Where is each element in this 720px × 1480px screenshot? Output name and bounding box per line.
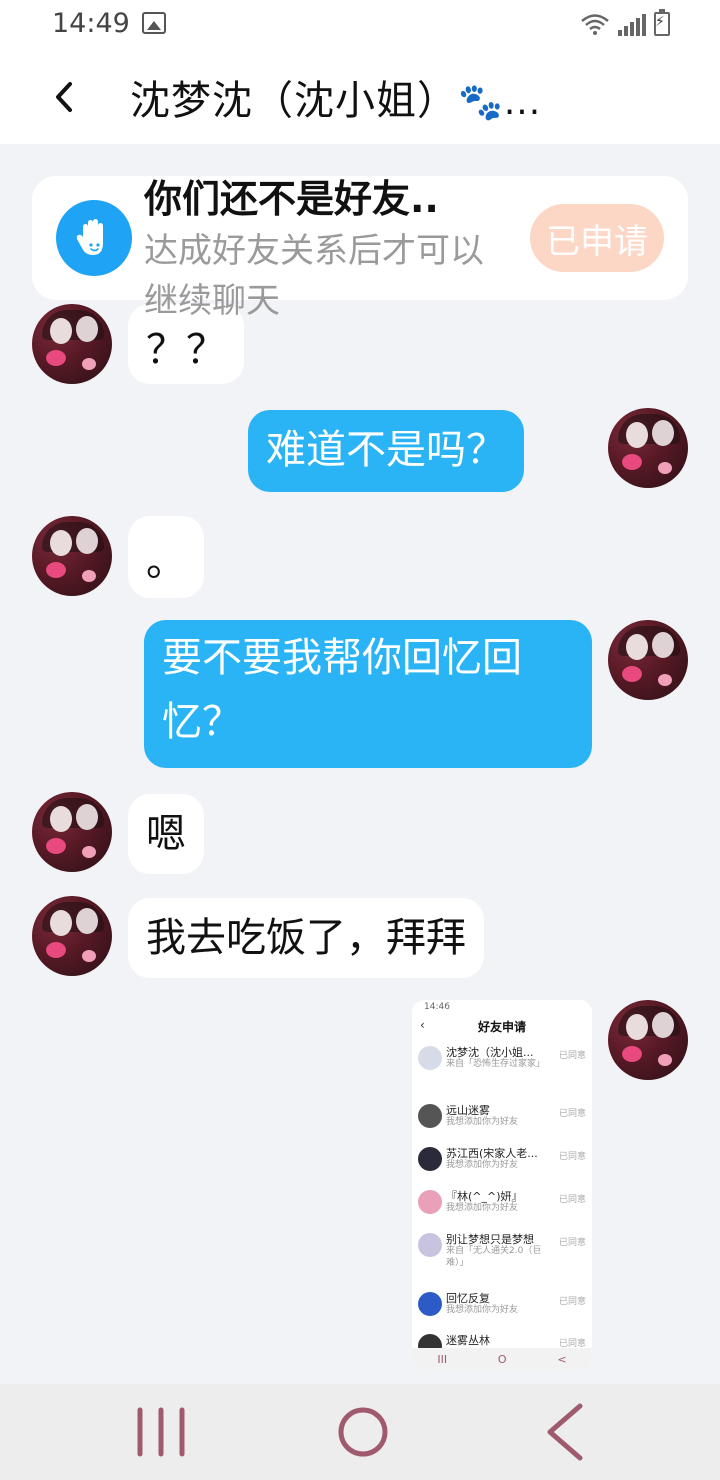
message-bubble-outgoing[interactable]: 要不要我帮你回忆回忆？ bbox=[144, 620, 592, 768]
chat-title: 沈梦沈（沈小姐）🐾... bbox=[130, 68, 541, 126]
my-avatar[interactable] bbox=[608, 408, 688, 488]
not-friends-banner: 你们还不是好友.. 达成好友关系后才可以继续聊天 已申请 bbox=[32, 176, 688, 321]
image-message-screenshot[interactable]: 14:46 ‹ 好友申请 沈梦沈（沈小姐... 来自「恐怖生存过家家」 已同意 … bbox=[412, 1000, 592, 1370]
thumb-list-item: 沈梦沈（沈小姐... 来自「恐怖生存过家家」 已同意 bbox=[418, 1044, 588, 1084]
message-bubble-incoming[interactable]: 嗯 bbox=[128, 794, 204, 874]
my-avatar[interactable] bbox=[608, 1000, 688, 1080]
contact-name-suffix: 🐾... bbox=[458, 82, 542, 123]
thumb-title: 好友申请 bbox=[477, 1020, 526, 1034]
applied-button[interactable]: 已申请 bbox=[530, 204, 664, 272]
thumb-avatar bbox=[418, 1147, 442, 1171]
thumb-list-item: 远山迷雾 我想添加你为好友 已同意 bbox=[418, 1102, 588, 1142]
home-button[interactable] bbox=[328, 1402, 398, 1462]
thumb-item-status: 已同意 bbox=[558, 1152, 586, 1162]
thumb-recents-icon: III bbox=[437, 1352, 448, 1366]
banner-description: 达成好友关系后才可以继续聊天 bbox=[144, 231, 484, 321]
signal-icon bbox=[618, 14, 646, 36]
thumb-item-sub: 我想添加你为好友 bbox=[446, 1117, 519, 1127]
back-button[interactable] bbox=[40, 72, 90, 122]
thumb-item-sub: 我想添加你为好友 bbox=[446, 1305, 519, 1315]
chevron-left-icon bbox=[56, 82, 72, 112]
status-bar: 14:49 bbox=[0, 0, 720, 52]
thumb-nav-bar: III O < bbox=[412, 1348, 592, 1370]
thumb-item-sub: 来自「恐怖生存过家家」 bbox=[446, 1059, 546, 1069]
thumb-list-item: 『林(^_^)妍』 我想添加你为好友 已同意 bbox=[418, 1188, 588, 1228]
thumb-item-status: 已同意 bbox=[558, 1238, 586, 1248]
thumb-avatar bbox=[418, 1190, 442, 1214]
message-bubble-outgoing[interactable]: 难道不是吗？ bbox=[248, 410, 524, 492]
status-icons bbox=[580, 9, 670, 36]
thumb-avatar bbox=[418, 1292, 442, 1316]
wifi-icon bbox=[581, 14, 609, 35]
thumb-item-status: 已同意 bbox=[558, 1109, 586, 1119]
battery-charging-icon bbox=[654, 9, 670, 36]
thumb-home-icon: O bbox=[497, 1352, 507, 1366]
message-bubble-incoming[interactable]: 。 bbox=[128, 516, 204, 598]
my-avatar[interactable] bbox=[608, 620, 688, 700]
thumb-item-name: 迷雾丛林 bbox=[446, 1334, 490, 1347]
contact-avatar[interactable] bbox=[32, 304, 112, 384]
banner-title: 你们还不是好友.. bbox=[144, 177, 439, 221]
contact-avatar[interactable] bbox=[32, 516, 112, 596]
message-bubble-incoming[interactable]: 我去吃饭了，拜拜 bbox=[128, 898, 484, 978]
recent-apps-button[interactable] bbox=[126, 1402, 196, 1462]
thumb-item-status: 已同意 bbox=[558, 1195, 586, 1205]
back-nav-button[interactable] bbox=[530, 1402, 600, 1462]
recent-apps-icon bbox=[137, 1407, 185, 1457]
home-icon bbox=[338, 1407, 388, 1457]
thumb-item-status: 已同意 bbox=[558, 1051, 586, 1061]
status-time: 14:49 bbox=[52, 8, 130, 39]
contact-avatar[interactable] bbox=[32, 792, 112, 872]
thumb-avatar bbox=[418, 1104, 442, 1128]
thumb-avatar bbox=[418, 1233, 442, 1257]
system-nav-bar bbox=[0, 1384, 720, 1480]
thumb-item-sub: 我想添加你为好友 bbox=[446, 1203, 519, 1213]
contact-avatar[interactable] bbox=[32, 896, 112, 976]
contact-name: 沈梦沈（沈小姐） bbox=[130, 78, 458, 124]
thumb-back-nav-icon: < bbox=[557, 1352, 567, 1366]
hand-icon-svg bbox=[76, 219, 103, 255]
thumb-avatar bbox=[418, 1046, 442, 1070]
gallery-notification-icon bbox=[142, 12, 166, 34]
thumb-list-item: 别让梦想只是梦想 来自「无人通关2.0（巨难）」 已同意 bbox=[418, 1231, 588, 1283]
chat-header: 沈梦沈（沈小姐）🐾... bbox=[0, 52, 720, 144]
hand-wave-icon bbox=[56, 200, 132, 276]
thumb-status-time: 14:46 bbox=[424, 1002, 450, 1012]
thumb-item-sub: 我想添加你为好友 bbox=[446, 1160, 519, 1170]
thumb-item-status: 已同意 bbox=[558, 1297, 586, 1307]
thumb-item-sub: 来自「无人通关2.0（巨难）」 bbox=[446, 1246, 542, 1268]
back-nav-icon bbox=[547, 1403, 583, 1461]
thumb-list-item: 回忆反复 我想添加你为好友 已同意 bbox=[418, 1290, 588, 1330]
thumb-list-item: 苏江西(宋家人老... 我想添加你为好友 已同意 bbox=[418, 1145, 588, 1185]
